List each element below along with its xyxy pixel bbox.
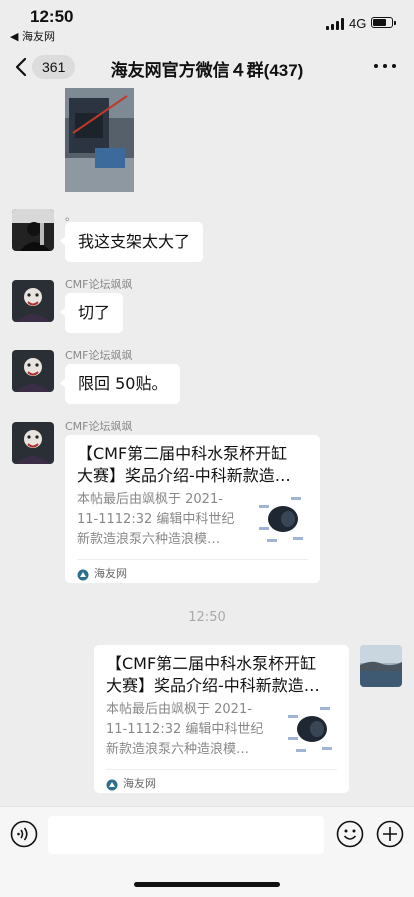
link-card-source: 海友网 [123,777,156,790]
link-card-title: 大赛】奖品介绍-中科新款造… [106,676,320,695]
link-card-desc: 11-1112:32 编辑中科世纪 [106,722,264,737]
emoji-icon[interactable] [336,820,364,848]
message-input[interactable] [48,816,324,854]
divider [77,559,308,560]
status-time: 12:50 [30,7,74,26]
link-card[interactable]: 【CMF第二届中科水泵杯开缸 大赛】奖品介绍-中科新款造… 本帖最后由飒枫于 2… [65,435,320,583]
link-card-desc: 本帖最后由飒枫于 2021- [77,492,223,507]
link-card-thumbnail [284,703,336,755]
timestamp: 12:50 [188,610,226,625]
network-type: 4G [349,16,367,31]
link-card-title: 【CMF第二届中科水泵杯开缸 [77,444,288,463]
source-logo-icon [106,776,118,791]
battery-icon [371,17,396,28]
avatar[interactable] [360,645,402,687]
voice-icon[interactable] [10,820,38,848]
message-bubble[interactable]: 限回 50贴。 [59,364,181,404]
more-dots-icon[interactable] [374,60,398,72]
source-logo-icon [77,566,89,581]
link-card-desc: 本帖最后由飒枫于 2021- [106,702,252,717]
link-card-title: 大赛】奖品介绍-中科新款造… [77,466,291,485]
divider [106,769,337,770]
chevron-left-icon[interactable] [12,55,34,79]
sender-name: CMF论坛飒飒 [65,420,133,433]
link-card-desc: 新款造浪泵六种造浪模… [77,532,221,547]
chat-image[interactable] [65,88,134,192]
back-to-app-link[interactable]: ◀ 海友网 [10,28,55,44]
home-indicator[interactable] [134,882,280,887]
avatar[interactable] [12,350,54,392]
link-card[interactable]: 【CMF第二届中科水泵杯开缸 大赛】奖品介绍-中科新款造… 本帖最后由飒枫于 2… [94,645,349,793]
message-bubble[interactable]: 我这支架太大了 [59,222,204,262]
link-card-source: 海友网 [94,567,127,580]
link-card-desc: 11-1112:32 编辑中科世纪 [77,512,235,527]
plus-icon[interactable] [376,820,404,848]
unread-count-badge[interactable]: 361 [32,55,76,79]
sender-name: CMF论坛飒飒 [65,278,133,291]
link-card-title: 【CMF第二届中科水泵杯开缸 [106,654,317,673]
message-bubble[interactable]: 切了 [59,293,124,333]
link-card-thumbnail [255,493,307,545]
avatar[interactable] [12,280,54,322]
link-card-desc: 新款造浪泵六种造浪模… [106,742,250,757]
sender-name: CMF论坛飒飒 [65,349,133,362]
signal-icon [326,18,346,30]
avatar[interactable] [12,422,54,464]
avatar[interactable] [12,209,54,251]
